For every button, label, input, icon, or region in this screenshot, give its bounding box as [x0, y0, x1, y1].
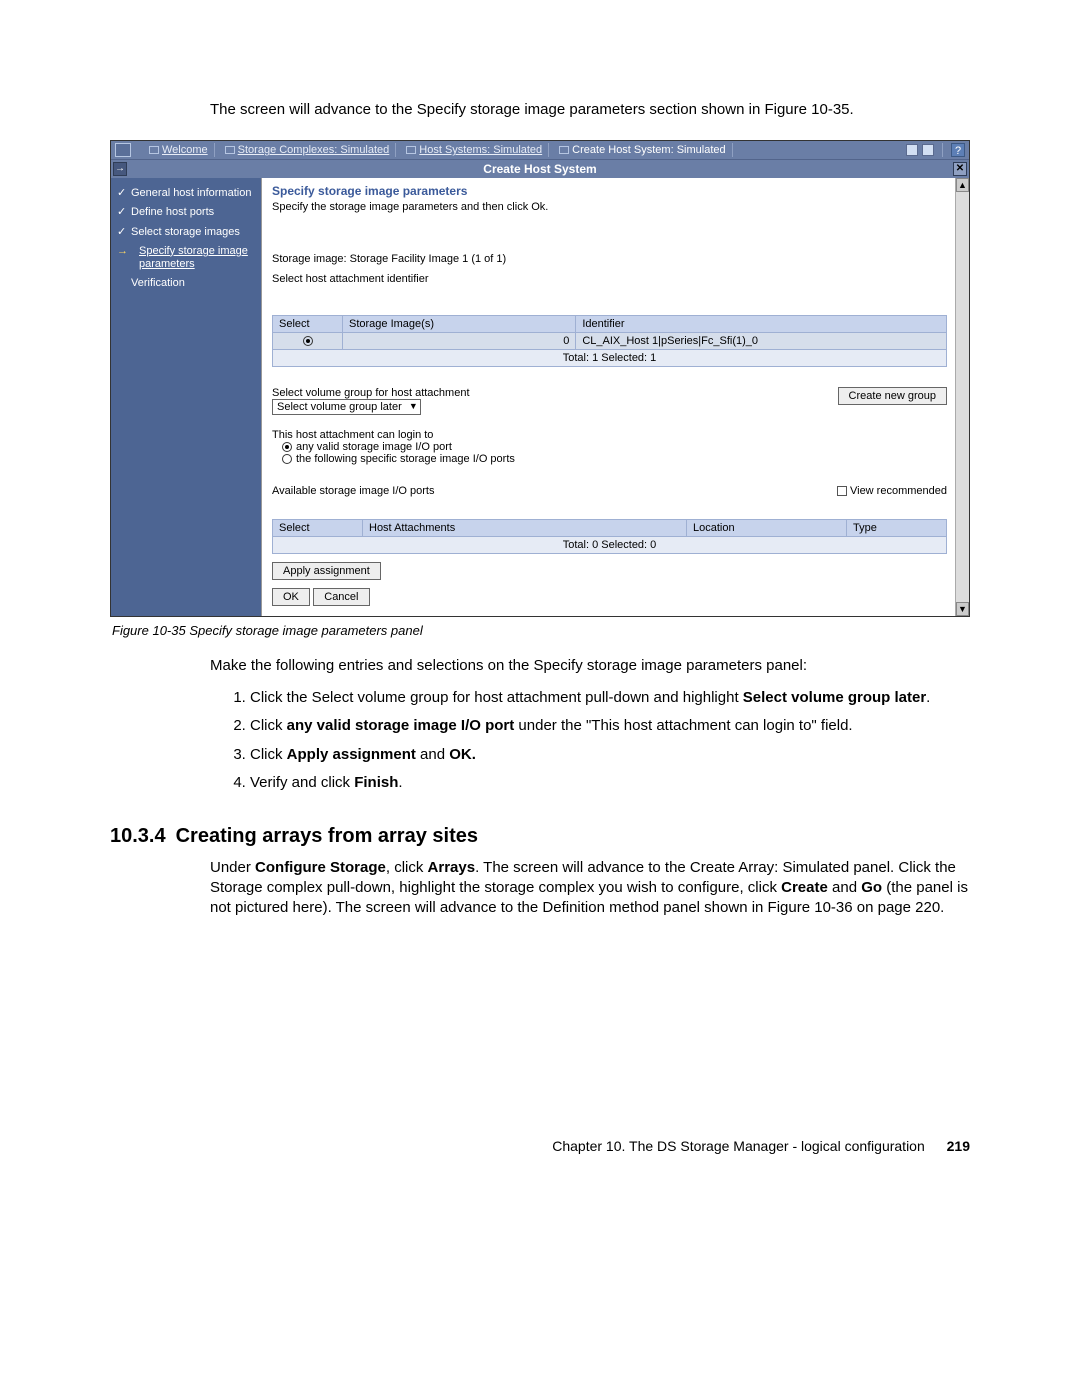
create-new-group-button[interactable]: Create new group: [838, 387, 947, 405]
col-select: Select: [273, 316, 343, 333]
tab-icon: [559, 146, 569, 154]
tab-welcome-label: Welcome: [162, 144, 208, 156]
tab-welcome[interactable]: Welcome: [143, 143, 215, 157]
volume-group-label: Select volume group for host attachment: [272, 387, 470, 399]
login-section-label: This host attachment can login to: [272, 429, 947, 441]
step-verification[interactable]: Verification: [111, 274, 261, 293]
tab-icon: [149, 146, 159, 154]
select-host-label: Select host attachment identifier: [272, 273, 947, 285]
ports-table: Select Host Attachments Location Type: [272, 519, 947, 537]
col2-location: Location: [687, 520, 847, 537]
login-option-any[interactable]: any valid storage image I/O port: [282, 441, 947, 453]
figure-caption: Figure 10-35 Specify storage image param…: [112, 623, 970, 638]
scroll-up-icon[interactable]: ▲: [956, 178, 969, 192]
scrollbar[interactable]: ▲ ▼: [955, 178, 969, 616]
step-2: Click any valid storage image I/O port u…: [250, 715, 970, 738]
ports-table-footer: Total: 0 Selected: 0: [272, 537, 947, 554]
login-option-any-label: any valid storage image I/O port: [296, 441, 452, 453]
col2-host-attachments: Host Attachments: [363, 520, 687, 537]
panel-title-label: Create Host System: [483, 162, 596, 176]
col-storage-images: Storage Image(s): [343, 316, 576, 333]
intro-text: The screen will advance to the Specify s…: [210, 100, 970, 120]
view-recommended-checkbox[interactable]: View recommended: [837, 485, 947, 497]
volume-group-select[interactable]: Select volume group later: [272, 399, 421, 415]
window-menu-icon[interactable]: [115, 143, 131, 157]
page-footer: Chapter 10. The DS Storage Manager - log…: [110, 1138, 970, 1154]
section-title: Creating arrays from array sites: [176, 825, 478, 847]
step-1: Click the Select volume group for host a…: [250, 687, 970, 710]
step-3: Click Apply assignment and OK.: [250, 744, 970, 767]
attachment-table: Select Storage Image(s) Identifier 0 CL_…: [272, 315, 947, 350]
section-heading: 10.3.4 Creating arrays from array sites: [110, 825, 970, 848]
col2-type: Type: [847, 520, 947, 537]
row-images-count: 0: [343, 333, 576, 350]
tab-host-systems[interactable]: Host Systems: Simulated: [400, 143, 549, 157]
step-select-images[interactable]: Select storage images: [111, 223, 261, 242]
expand-icon[interactable]: →: [113, 162, 127, 176]
col-identifier: Identifier: [576, 316, 947, 333]
apply-assignment-button[interactable]: Apply assignment: [272, 562, 381, 580]
scroll-down-icon[interactable]: ▼: [956, 602, 969, 616]
ok-button[interactable]: OK: [272, 588, 310, 606]
main-panel: ▲ ▼ Specify storage image parameters Spe…: [261, 178, 969, 616]
tab-storage-label: Storage Complexes: Simulated: [238, 144, 390, 156]
instructions-intro: Make the following entries and selection…: [210, 656, 970, 676]
available-ports-label: Available storage image I/O ports: [272, 485, 434, 497]
section-paragraph: Under Configure Storage, click Arrays. T…: [210, 858, 970, 919]
view-recommended-label: View recommended: [850, 485, 947, 497]
section-number: 10.3.4: [110, 825, 166, 847]
tab-icon: [406, 146, 416, 154]
wizard-sidebar: General host information Define host por…: [111, 178, 261, 616]
row-identifier: CL_AIX_Host 1|pSeries|Fc_Sfi(1)_0: [576, 333, 947, 350]
steps-list: Click the Select volume group for host a…: [230, 687, 970, 795]
cancel-button[interactable]: Cancel: [313, 588, 369, 606]
tab-create-label: Create Host System: Simulated: [572, 144, 725, 156]
tab-create-host[interactable]: Create Host System: Simulated: [553, 143, 732, 157]
window-restore-icon[interactable]: [906, 144, 918, 156]
storage-image-label: Storage image: Storage Facility Image 1 …: [272, 253, 947, 265]
attachment-table-footer: Total: 1 Selected: 1: [272, 350, 947, 367]
login-option-specific-label: the following specific storage image I/O…: [296, 453, 515, 465]
table-row[interactable]: 0 CL_AIX_Host 1|pSeries|Fc_Sfi(1)_0: [273, 333, 947, 350]
tab-storage-complexes[interactable]: Storage Complexes: Simulated: [219, 143, 397, 157]
tab-host-label: Host Systems: Simulated: [419, 144, 542, 156]
screenshot-figure: Welcome Storage Complexes: Simulated Hos…: [110, 140, 970, 617]
panel-subheading: Specify the storage image parameters and…: [272, 201, 947, 213]
row-radio[interactable]: [273, 333, 343, 350]
tab-icon: [225, 146, 235, 154]
help-icon[interactable]: ?: [951, 143, 965, 157]
step-general-host[interactable]: General host information: [111, 184, 261, 203]
col2-select: Select: [273, 520, 363, 537]
panel-heading: Specify storage image parameters: [272, 184, 947, 198]
window-tabs-bar: Welcome Storage Complexes: Simulated Hos…: [111, 141, 969, 159]
footer-page-number: 219: [947, 1138, 970, 1154]
step-specify-params[interactable]: Specify storage image parameters: [111, 242, 261, 274]
step-define-ports[interactable]: Define host ports: [111, 203, 261, 222]
close-icon[interactable]: ✕: [953, 162, 967, 176]
panel-title-bar: → Create Host System ✕: [111, 159, 969, 178]
exit-icon[interactable]: [922, 144, 934, 156]
login-option-specific[interactable]: the following specific storage image I/O…: [282, 453, 947, 465]
footer-chapter-label: Chapter 10. The DS Storage Manager - log…: [552, 1138, 925, 1154]
step-4: Verify and click Finish.: [250, 772, 970, 795]
